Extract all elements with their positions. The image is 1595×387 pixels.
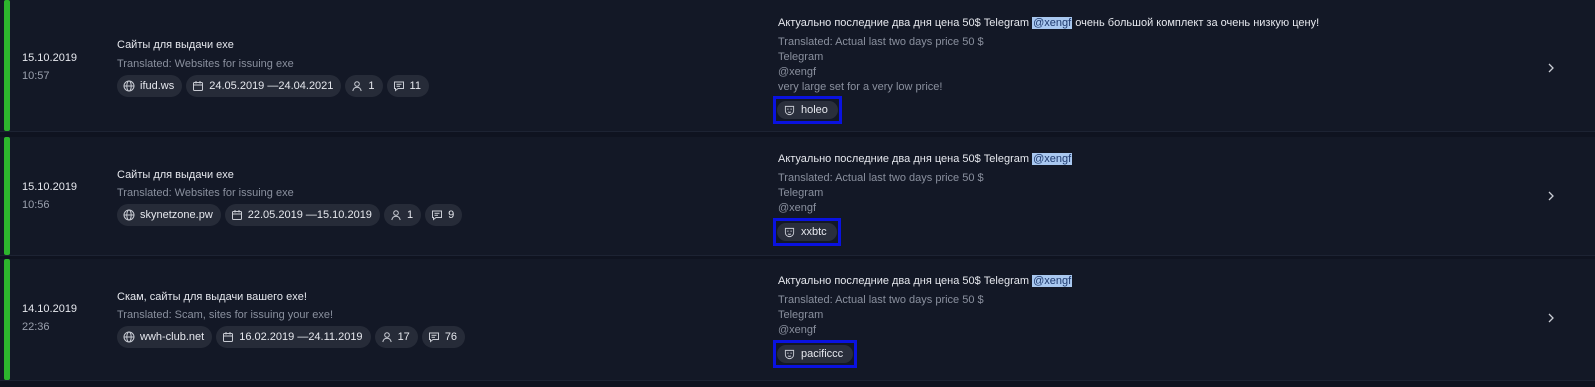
thread-meta: ifud.ws 24.05.2019 —24.04.2021 1 11 [117,75,429,97]
mask-icon [784,105,795,116]
message-translation: Translated: Actual last two days price 5… [778,172,984,184]
chevron-right-icon[interactable] [1545,62,1557,74]
thread-title-translation: Translated: Websites for issuing exe [117,187,294,199]
message-text: Актуально последние два дня цена 50$ Tel… [778,153,1073,165]
posts-count: 9 [448,209,455,221]
mask-icon [784,227,795,238]
posts-count: 76 [444,331,458,343]
thread-meta: skynetzone.pw 22.05.2019 —15.10.2019 1 9 [117,204,463,226]
thread-time: 22:36 [22,321,50,333]
message-text: Актуально последние два дня цена 50$ Tel… [778,275,1073,287]
chevron-right-icon[interactable] [1545,190,1557,202]
author-name: xxbtc [801,226,827,238]
globe-icon [123,331,135,343]
thread-title-translation: Translated: Scam, sites for issuing your… [117,309,334,321]
thread-title[interactable]: Сайты для выдачи exe [117,169,234,181]
mask-icon [784,349,795,360]
author-tag[interactable]: holeo [773,96,842,124]
period-chip: 16.02.2019 —24.11.2019 [216,326,371,348]
globe-icon [123,209,135,221]
thread-row[interactable]: 14.10.2019 22:36 Скам, сайты для выдачи … [0,259,1595,381]
author-pill[interactable]: xxbtc [777,223,837,241]
forum-name: wwh-club.net [140,331,205,343]
users-count: 1 [406,209,414,221]
message-translation-line: Telegram [778,187,824,199]
message-translation-line: @xengf [778,66,817,78]
message-translation-line: Telegram [778,51,824,63]
author-tag[interactable]: xxbtc [773,218,841,246]
thread-date: 15.10.2019 [22,52,78,64]
globe-icon [123,80,135,92]
users-count: 1 [368,80,375,92]
status-bar [4,0,10,131]
author-pill[interactable]: holeo [777,101,838,119]
author-name: holeo [801,104,828,116]
message-translation: Translated: Actual last two days price 5… [778,294,984,306]
message-translation-line: @xengf [778,324,817,336]
users-chip: 1 [345,75,383,97]
message-preview: Актуально последние два дня цена 50$ Tel… [778,152,1073,216]
thread-meta: wwh-club.net 16.02.2019 —24.11.2019 17 7… [117,326,466,348]
calendar-icon [231,209,243,221]
status-bar [4,259,10,380]
posts-chip: 9 [425,204,463,226]
period-chip: 24.05.2019 —24.04.2021 [186,75,342,97]
users-count: 17 [397,331,410,343]
user-icon [351,80,363,92]
calendar-icon [222,331,234,343]
thread-date: 15.10.2019 [22,181,78,193]
message-handle: @xengf [1032,153,1073,165]
message-preview: Актуально последние два дня цена 50$ Tel… [778,16,1319,95]
author-tag[interactable]: pacificcc [773,340,858,368]
period-range: 24.05.2019 —24.04.2021 [209,80,334,92]
message-preview: Актуально последние два дня цена 50$ Tel… [778,274,1073,338]
message-translation-line: @xengf [778,202,817,214]
forum-chip[interactable]: skynetzone.pw [117,204,221,226]
posts-chip: 76 [421,326,466,348]
author-pill[interactable]: pacificcc [777,345,854,363]
message-text: Актуально последние два дня цена 50$ Tel… [778,17,1320,29]
posts-chip: 11 [386,75,429,97]
thread-time: 10:57 [22,70,50,82]
thread-title[interactable]: Сайты для выдачи exe [117,39,234,51]
comment-icon [431,209,443,221]
period-range: 22.05.2019 —15.10.2019 [247,209,372,221]
message-translation-line: Telegram [778,309,824,321]
forum-name: ifud.ws [140,80,175,92]
status-bar [4,137,10,255]
message-handle: @xengf [1032,17,1073,29]
message-translation: Translated: Actual last two days price 5… [778,36,984,48]
user-icon [390,209,402,221]
chevron-right-icon[interactable] [1545,312,1557,324]
users-chip: 1 [383,204,422,226]
message-translation-line: very large set for a very low price! [778,81,943,93]
posts-count: 11 [409,80,421,92]
thread-title[interactable]: Скам, сайты для выдачи вашего exe! [117,291,307,303]
thread-date: 14.10.2019 [22,303,78,315]
thread-row[interactable]: 15.10.2019 10:57 Сайты для выдачи exe Tr… [0,0,1595,132]
thread-time: 10:56 [22,199,50,211]
users-chip: 17 [374,326,418,348]
forum-chip[interactable]: wwh-club.net [117,326,213,348]
forum-chip[interactable]: ifud.ws [117,75,183,97]
calendar-icon [192,80,204,92]
thread-title-translation: Translated: Websites for issuing exe [117,58,294,70]
message-handle: @xengf [1032,275,1073,287]
user-icon [381,331,393,343]
period-range: 16.02.2019 —24.11.2019 [239,331,363,343]
thread-list: 15.10.2019 10:57 Сайты для выдачи exe Tr… [0,0,1595,387]
comment-icon [393,80,405,92]
forum-name: skynetzone.pw [140,209,213,221]
thread-row[interactable]: 15.10.2019 10:56 Сайты для выдачи exe Tr… [0,137,1595,256]
author-name: pacificcc [801,348,844,360]
comment-icon [428,331,440,343]
period-chip: 22.05.2019 —15.10.2019 [224,204,380,226]
